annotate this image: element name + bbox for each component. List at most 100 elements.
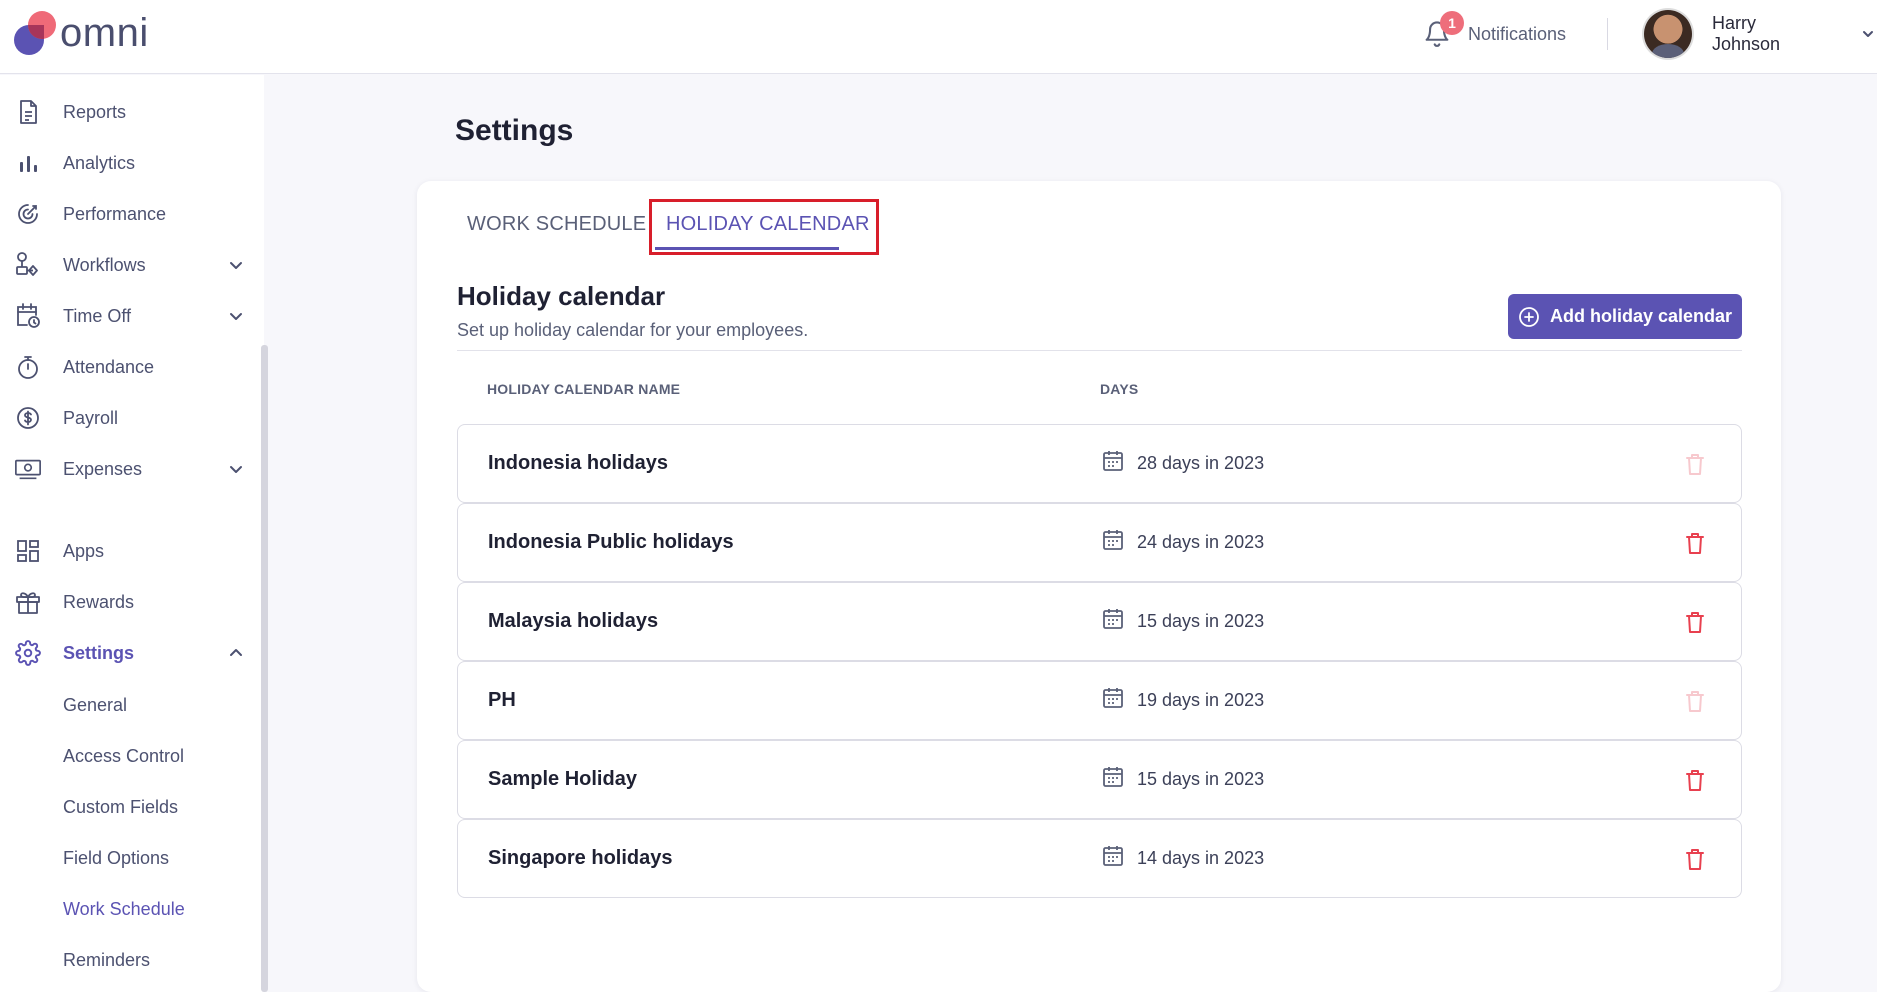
table-row[interactable]: Indonesia Public holidays 24 days in 2023 — [457, 503, 1742, 582]
page-title: Settings — [455, 114, 574, 147]
sidebar-item-time-off[interactable]: Time Off — [0, 296, 255, 336]
top-bar: omni 1 Notifications Harry Johnson — [0, 0, 1877, 74]
days-count: 14 days in 2023 — [1137, 848, 1265, 868]
calendar-icon — [1101, 686, 1125, 715]
bell-icon: 1 — [1420, 11, 1464, 51]
logo-text: omni — [60, 11, 149, 55]
settings-sub-access-control[interactable]: Access Control — [63, 741, 184, 771]
header-divider — [1607, 18, 1608, 50]
tab-work-schedule[interactable]: WORK SCHEDULE — [467, 199, 646, 249]
settings-sub-general[interactable]: General — [63, 690, 127, 720]
sidebar-item-label: Reports — [63, 101, 127, 122]
days-count: 15 days in 2023 — [1137, 611, 1265, 631]
sidebar-item-settings[interactable]: Settings — [0, 633, 255, 673]
holiday-calendar-name: PH — [488, 689, 516, 711]
money-icon — [14, 455, 42, 483]
settings-sub-reminders[interactable]: Reminders — [63, 945, 150, 975]
table-row[interactable]: PH 19 days in 2023 — [457, 661, 1742, 740]
sidebar-item-label: Performance — [63, 203, 167, 224]
user-name: Harry Johnson — [1711, 13, 1781, 54]
holiday-calendar-name: Sample Holiday — [488, 768, 637, 790]
holiday-calendar-name: Indonesia holidays — [488, 452, 669, 474]
stopwatch-icon — [14, 353, 42, 381]
section-subtitle: Set up holiday calendar for your employe… — [457, 320, 809, 340]
chevron-down-icon[interactable] — [226, 459, 246, 479]
days-cell: 24 days in 2023 — [1101, 504, 1264, 581]
sidebar-item-label: Workflows — [63, 254, 146, 275]
holiday-calendar-name: Indonesia Public holidays — [488, 531, 734, 553]
sidebar-item-rewards[interactable]: Rewards — [0, 582, 255, 622]
table-row[interactable]: Indonesia holidays 28 days in 2023 — [457, 424, 1742, 503]
column-header-days: DAYS — [1100, 381, 1139, 397]
section-divider — [457, 350, 1742, 351]
sidebar-item-label: Payroll — [63, 407, 119, 428]
days-cell: 28 days in 2023 — [1101, 425, 1264, 502]
add-holiday-calendar-button[interactable]: Add holiday calendar — [1508, 294, 1742, 339]
chevron-down-icon[interactable] — [226, 255, 246, 275]
sidebar-item-workflows[interactable]: Workflows — [0, 245, 255, 285]
sidebar-item-analytics[interactable]: Analytics — [0, 143, 255, 183]
notifications-button[interactable]: 1 Notifications — [1420, 11, 1567, 54]
tab-highlight-box — [649, 199, 879, 255]
calendar-icon — [1101, 528, 1125, 557]
chevron-up-icon[interactable] — [226, 643, 246, 663]
workflow-icon — [14, 251, 42, 279]
sidebar-item-expenses[interactable]: Expenses — [0, 449, 255, 489]
grid-icon — [14, 537, 42, 565]
target-icon — [14, 200, 42, 228]
table-row[interactable]: Sample Holiday 15 days in 2023 — [457, 740, 1742, 819]
avatar — [1642, 8, 1694, 60]
notification-count-badge: 1 — [1440, 11, 1464, 35]
sidebar-item-reports[interactable]: Reports — [0, 92, 255, 132]
gear-icon — [14, 639, 42, 667]
sidebar-item-attendance[interactable]: Attendance — [0, 347, 255, 387]
settings-card: WORK SCHEDULE HOLIDAY CALENDAR Holiday c… — [417, 181, 1781, 992]
days-cell: 15 days in 2023 — [1101, 583, 1264, 660]
sidebar-scrollbar[interactable] — [261, 345, 268, 992]
trash-icon[interactable] — [1680, 528, 1710, 558]
trash-icon[interactable] — [1680, 765, 1710, 795]
logo-mark-icon — [12, 11, 56, 55]
table-row[interactable]: Malaysia holidays 15 days in 2023 — [457, 582, 1742, 661]
sidebar-item-payroll[interactable]: Payroll — [0, 398, 255, 438]
gift-icon — [14, 588, 42, 616]
holiday-calendar-name: Singapore holidays — [488, 847, 673, 869]
sidebar: Reports Analytics Performance Workflows … — [0, 75, 268, 992]
chevron-down-icon[interactable] — [226, 306, 246, 326]
add-button-label: Add holiday calendar — [1549, 306, 1733, 326]
sidebar-item-apps[interactable]: Apps — [0, 531, 255, 571]
calendar-clock-icon — [14, 302, 42, 330]
trash-icon[interactable] — [1680, 607, 1710, 637]
sidebar-item-label: Analytics — [63, 152, 136, 173]
days-count: 15 days in 2023 — [1137, 769, 1265, 789]
plus-circle-icon — [1519, 306, 1539, 327]
calendar-icon — [1101, 765, 1125, 794]
omni-logo[interactable]: omni — [12, 10, 149, 56]
holiday-calendar-name: Malaysia holidays — [488, 610, 659, 632]
sidebar-item-label: Apps — [63, 540, 105, 561]
days-cell: 19 days in 2023 — [1101, 662, 1264, 739]
trash-icon[interactable] — [1680, 844, 1710, 874]
sidebar-item-label: Settings — [63, 642, 135, 663]
days-cell: 14 days in 2023 — [1101, 820, 1264, 897]
sidebar-item-performance[interactable]: Performance — [0, 194, 255, 234]
settings-sub-field-options[interactable]: Field Options — [63, 843, 169, 873]
dollar-icon — [14, 404, 42, 432]
days-count: 28 days in 2023 — [1137, 453, 1265, 473]
notifications-label: Notifications — [1468, 23, 1567, 44]
table-row[interactable]: Singapore holidays 14 days in 2023 — [457, 819, 1742, 898]
settings-sub-work-schedule[interactable]: Work Schedule — [63, 894, 185, 924]
days-count: 24 days in 2023 — [1137, 532, 1265, 552]
user-menu[interactable]: Harry Johnson — [1642, 8, 1877, 60]
section-title: Holiday calendar — [457, 281, 666, 311]
settings-sub-custom-fields[interactable]: Custom Fields — [63, 792, 178, 822]
sidebar-item-label: Time Off — [63, 305, 132, 326]
chevron-down-icon[interactable] — [1859, 25, 1877, 43]
calendar-icon — [1101, 449, 1125, 478]
days-count: 19 days in 2023 — [1137, 690, 1265, 710]
trash-icon — [1680, 449, 1710, 479]
sidebar-item-label: Attendance — [63, 356, 155, 377]
days-cell: 15 days in 2023 — [1101, 741, 1264, 818]
sidebar-item-label: Rewards — [63, 591, 135, 612]
bar-chart-icon — [14, 149, 42, 177]
